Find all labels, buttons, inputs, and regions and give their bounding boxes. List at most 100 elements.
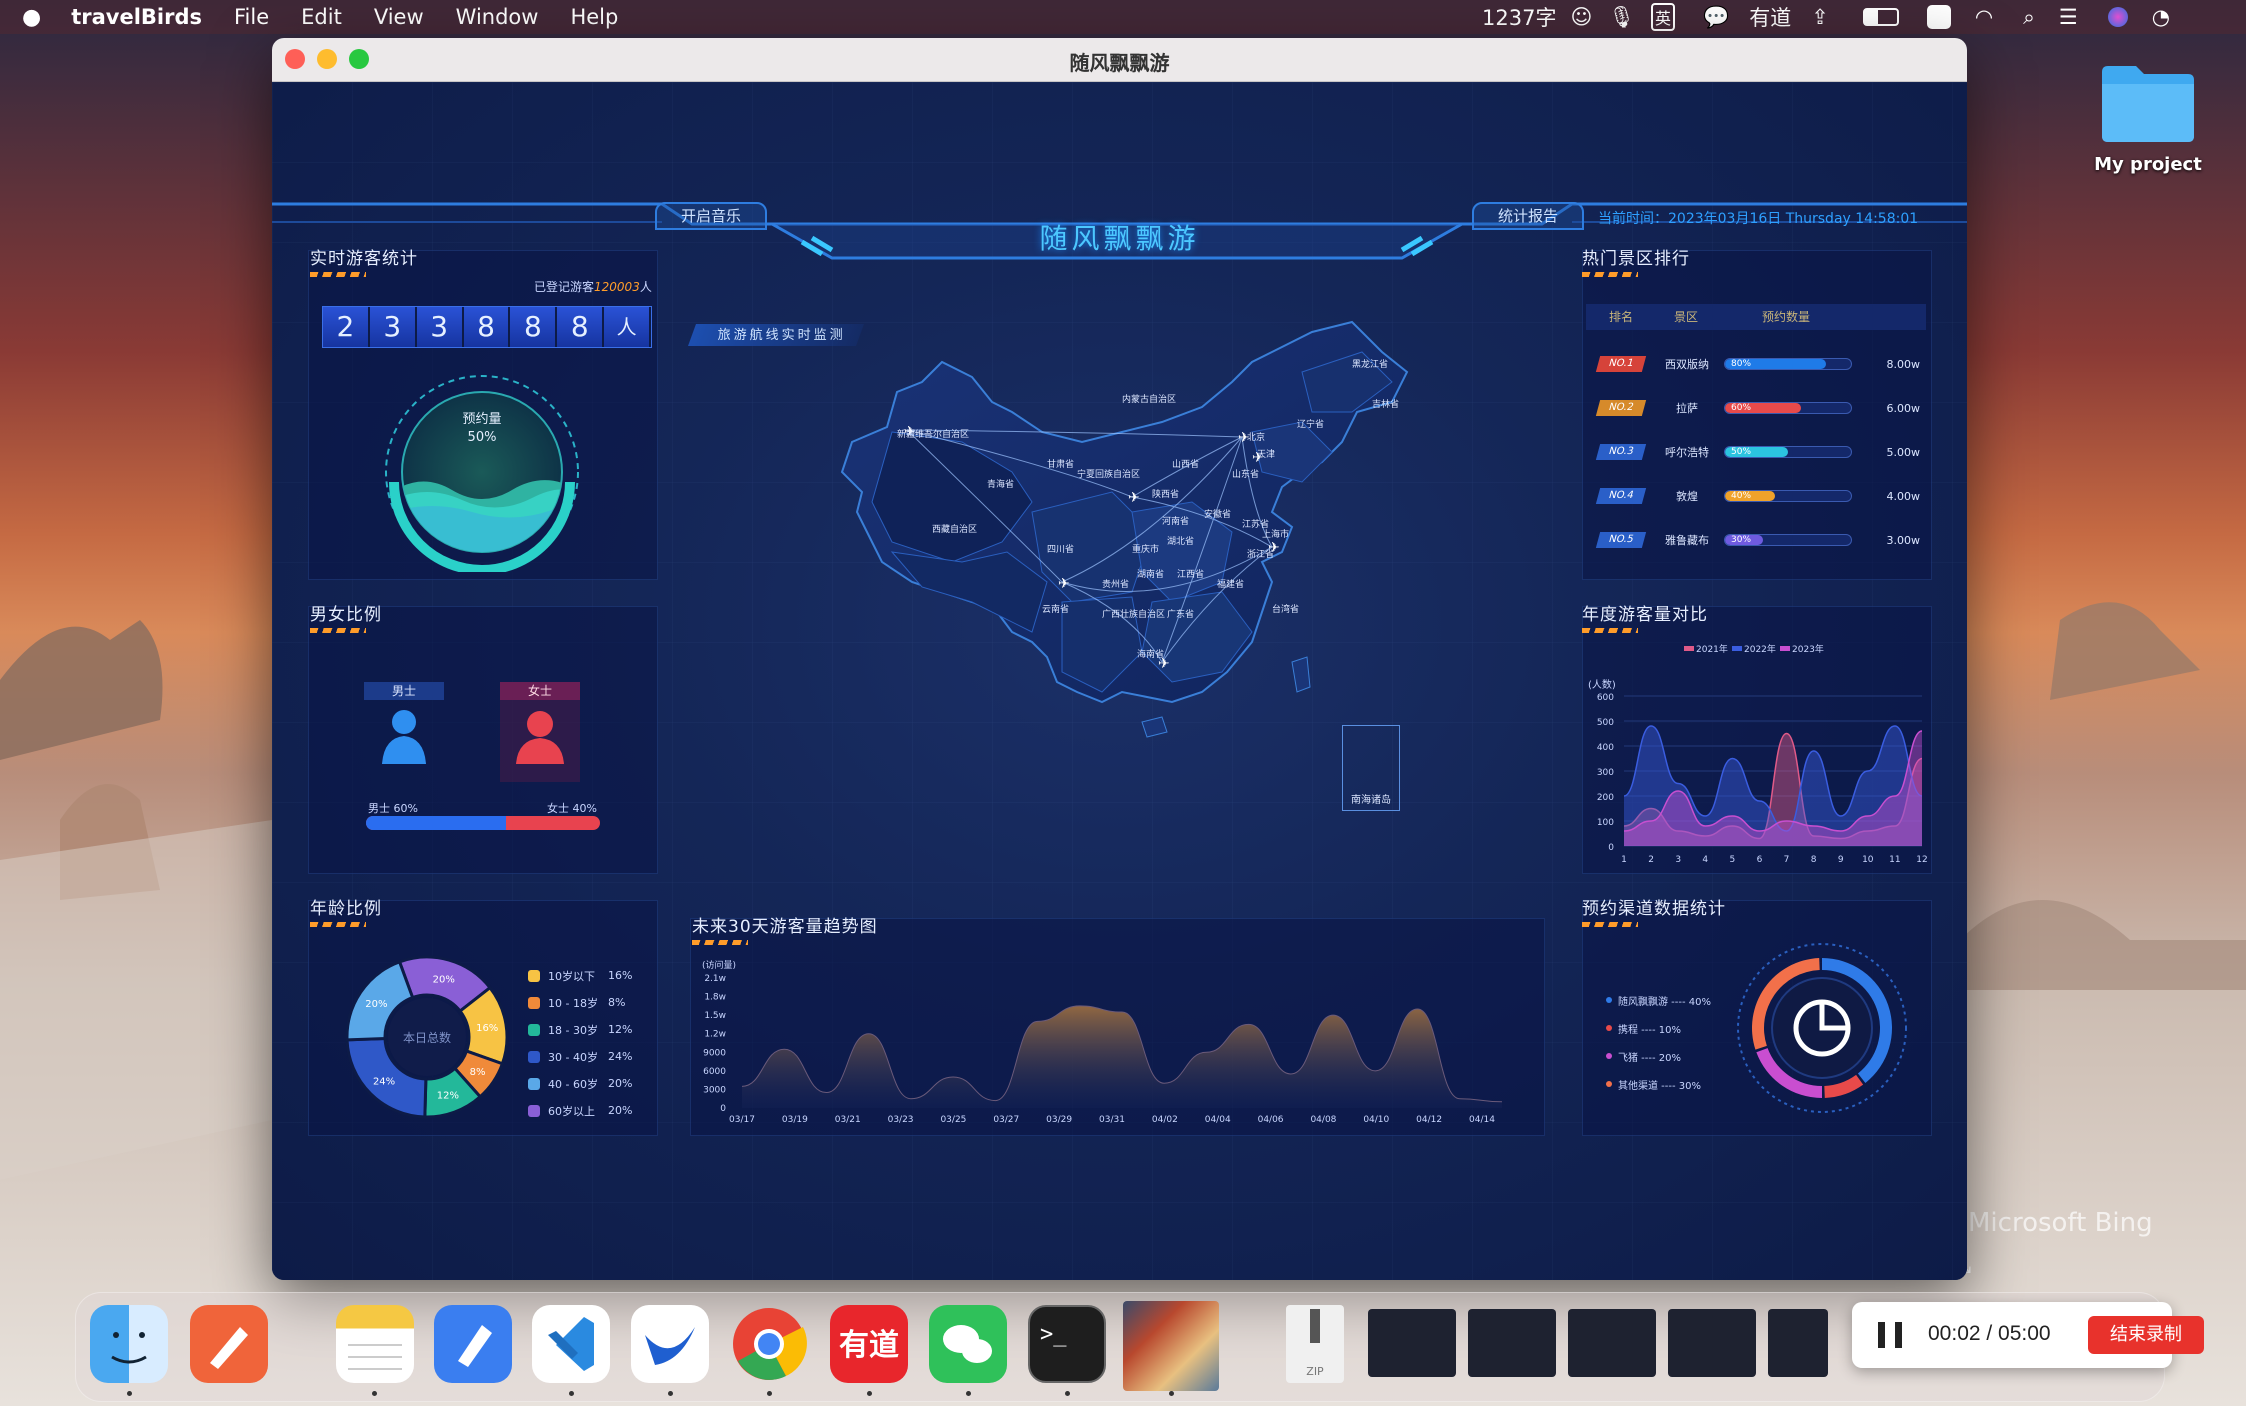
wechat-dock-icon[interactable]	[929, 1305, 1007, 1383]
trend-xtick: 04/12	[1416, 1115, 1442, 1125]
province-label: 宁夏回族自治区	[1077, 468, 1140, 480]
age-slice-label: 24%	[373, 1076, 395, 1087]
menu-help[interactable]: Help	[570, 5, 618, 29]
province-label: 江西省	[1177, 568, 1204, 580]
app-menu[interactable]: travelBirds	[71, 5, 202, 29]
annual-xtick: 3	[1675, 855, 1681, 865]
vscode-window-thumb-5[interactable]	[1768, 1309, 1828, 1377]
gender-bar	[366, 816, 600, 830]
rank-scenic-name: 拉萨	[1676, 402, 1698, 415]
terminal-icon[interactable]: >_	[1028, 1305, 1106, 1383]
province-label: 重庆市	[1132, 543, 1159, 555]
control-center-icon[interactable]: ☰	[2059, 5, 2078, 29]
pen-app-icon[interactable]	[190, 1305, 268, 1383]
age-legend-swatch	[528, 996, 540, 1009]
sogou-icon[interactable]	[1926, 5, 1951, 29]
annual-title: 年度游客量对比	[1582, 605, 1708, 625]
trend-xtick: 03/19	[782, 1115, 808, 1125]
ranking-header-rank: 排名	[1608, 310, 1633, 324]
channel-legend-item: 飞猪 ---- 20%	[1606, 1042, 1746, 1070]
clock-icon[interactable]: ◔	[2152, 5, 2170, 29]
trend-ytick: 6000	[703, 1067, 726, 1077]
annual-ylabel: (人数)	[1588, 678, 1616, 691]
folder-label: My project	[2094, 154, 2202, 175]
male-label: 男士	[364, 682, 444, 700]
gender-panel	[308, 606, 658, 874]
rank-bar-track: 30%	[1724, 534, 1852, 546]
music-button[interactable]: 开启音乐	[655, 202, 767, 230]
gender-title: 男女比例	[310, 605, 382, 625]
chrome-icon[interactable]	[730, 1305, 808, 1383]
menu-view[interactable]: View	[374, 5, 424, 29]
registered-visitors: 已登记游客120003人	[534, 278, 652, 295]
trend-ytick: 1.2w	[704, 1030, 726, 1040]
pause-icon[interactable]	[1878, 1322, 1902, 1348]
rank-scenic-name: 雅鲁藏布	[1665, 534, 1709, 547]
ranking-table: NO.1 西双版纳 80% 8.00w NO.2 拉萨 60% 6.00w NO.3 呼尔浩特 50…	[1586, 342, 1926, 562]
zip-file-icon[interactable]: ZIP	[1286, 1305, 1344, 1383]
notes-icon[interactable]	[336, 1305, 414, 1383]
emoji-icon[interactable]: ☺	[1570, 5, 1592, 29]
counter-digit: 3	[369, 307, 417, 347]
age-legend-label: 10岁以下	[548, 969, 595, 983]
age-legend-item: 60岁以上 20%	[528, 1097, 638, 1124]
rank-badge: NO.1	[1595, 356, 1647, 372]
province-label: 新疆维吾尔自治区	[897, 428, 969, 440]
word-count-status[interactable]: 1237字	[1482, 2, 1556, 32]
vscode-icon[interactable]	[532, 1305, 610, 1383]
channel-legend-label: 其他渠道 ---- 30%	[1618, 1080, 1702, 1092]
stop-recording-button[interactable]: 结束录制	[2088, 1316, 2204, 1354]
desktop-folder[interactable]: My project	[2094, 60, 2202, 190]
recording-time: 00:02 / 05:00	[1928, 1322, 2051, 1345]
province-label: 河南省	[1162, 515, 1189, 527]
svg-text:>_: >_	[1040, 1322, 1067, 1347]
province-label: 贵州省	[1102, 578, 1129, 590]
map-tag-label: 旅游航线实时监测	[717, 328, 846, 343]
age-legend-swatch	[528, 1050, 540, 1063]
youdao-status[interactable]: 有道	[1749, 2, 1791, 32]
youdao-dict-icon[interactable]: 有道	[830, 1305, 908, 1383]
trend-area	[742, 1005, 1502, 1108]
annual-legend-label: 2021年	[1696, 643, 1728, 655]
annual-legend-swatch	[1732, 646, 1742, 651]
battery-icon[interactable]	[1862, 8, 1899, 26]
menu-edit[interactable]: Edit	[301, 5, 342, 29]
report-button[interactable]: 统计报告	[1472, 202, 1584, 230]
annual-xtick: 8	[1811, 855, 1817, 865]
annual-ytick: 100	[1597, 818, 1614, 828]
input-method-indicator[interactable]: 英	[1651, 3, 1676, 31]
time-label: 当前时间：	[1598, 211, 1668, 227]
wifi-icon[interactable]: ◠	[1975, 5, 1993, 29]
menu-window[interactable]: Window	[456, 5, 539, 29]
ranking-header-name: 景区	[1673, 310, 1698, 324]
channel-legend-dot	[1606, 1053, 1612, 1059]
counter-digit: 3	[416, 307, 464, 347]
dashboard-screen: 随风飘飘游 开启音乐 统计报告 当前时间：2023年03月16日 Thursda…	[272, 82, 1967, 1280]
microphone-icon[interactable]: 🎙	[1608, 5, 1635, 30]
mail-app-icon[interactable]	[631, 1305, 709, 1383]
province-label: 甘肃省	[1047, 458, 1074, 470]
apple-icon[interactable]: ●	[22, 5, 41, 30]
pages-icon[interactable]	[434, 1305, 512, 1383]
vscode-window-thumb-4[interactable]	[1668, 1309, 1756, 1377]
finder-icon[interactable]	[90, 1305, 168, 1383]
province-label: 湖北省	[1167, 535, 1194, 547]
vscode-window-thumb-2[interactable]	[1468, 1309, 1556, 1377]
rank-value: 4.00w	[1886, 489, 1921, 503]
vscode-window-thumb-1[interactable]	[1368, 1309, 1456, 1377]
male-card: 男士	[364, 682, 444, 782]
female-icon	[516, 711, 564, 764]
age-legend-item: 10岁以下 16%	[528, 962, 638, 989]
siri-icon[interactable]	[2107, 7, 2128, 27]
age-legend-pct: 20%	[608, 1077, 633, 1090]
realtime-title: 实时游客统计	[310, 249, 418, 269]
image-thumbnail-icon[interactable]	[1123, 1301, 1219, 1391]
channel-legend-label: 飞猪 ---- 20%	[1618, 1052, 1682, 1064]
vscode-window-thumb-3[interactable]	[1568, 1309, 1656, 1377]
menu-file[interactable]: File	[234, 5, 269, 29]
zip-label: ZIP	[1306, 1365, 1324, 1378]
wechat-icon[interactable]: 💬	[1703, 5, 1729, 30]
annual-xtick: 6	[1757, 855, 1763, 865]
search-icon[interactable]: ⌕	[2023, 5, 2035, 30]
upload-icon[interactable]: ⇪	[1811, 5, 1829, 29]
